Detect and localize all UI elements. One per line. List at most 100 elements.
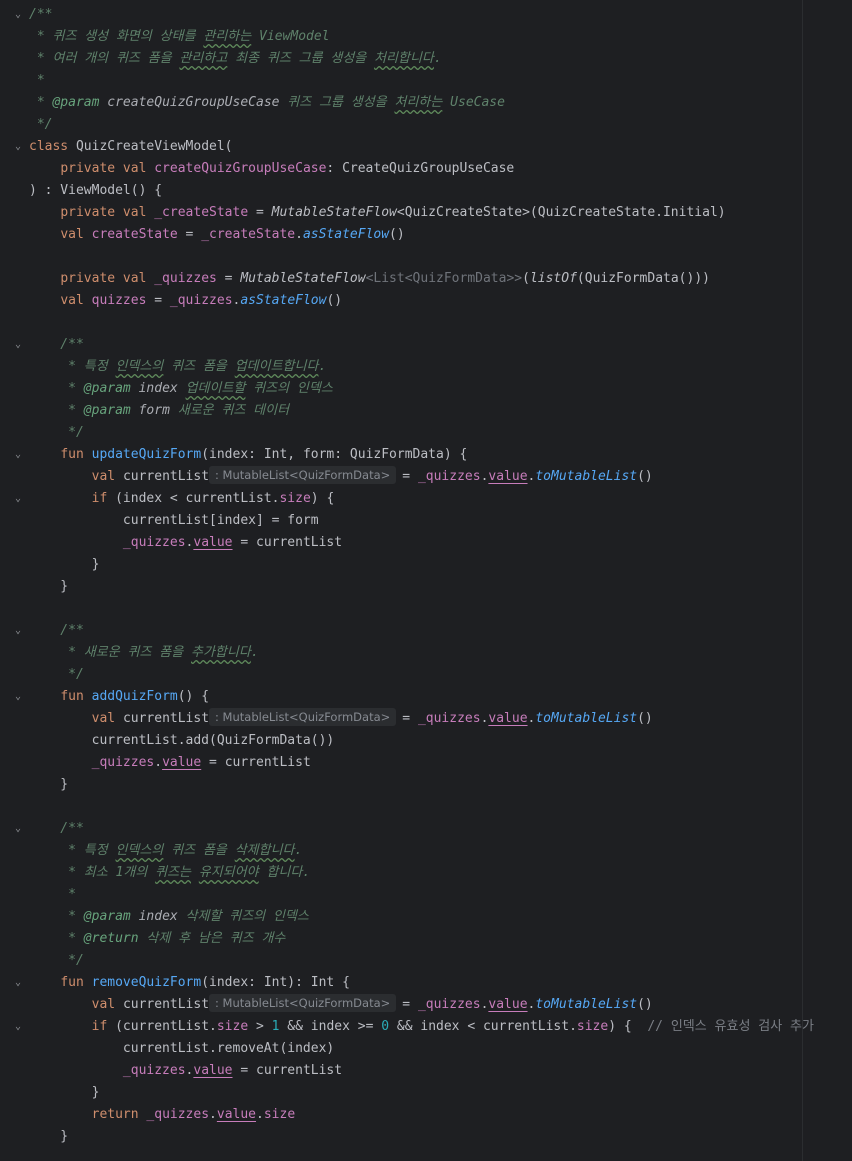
code-line[interactable]: val currentList: MutableList<QuizFormDat…: [0, 708, 852, 730]
code-line[interactable]: }: [0, 554, 852, 576]
fold-chevron-icon[interactable]: ⌄: [12, 620, 24, 642]
code-line[interactable]: [0, 796, 852, 818]
code-line[interactable]: [0, 312, 852, 334]
code-token: asStateFlow: [302, 227, 390, 242]
fold-chevron-icon[interactable]: ⌄: [12, 686, 24, 708]
code-line[interactable]: val currentList: MutableList<QuizFormDat…: [0, 466, 852, 488]
code-line[interactable]: */: [0, 950, 852, 972]
fold-chevron-icon[interactable]: ⌄: [12, 4, 24, 26]
code-text: _quizzes.value = currentList: [29, 1060, 342, 1082]
code-token: () {: [177, 689, 210, 704]
code-line[interactable]: ⌄ class QuizCreateViewModel(: [0, 136, 852, 158]
code-token: _createState: [154, 205, 249, 220]
code-line[interactable]: ⌄ /**: [0, 334, 852, 356]
code-token: *: [29, 403, 84, 418]
fold-chevron-icon[interactable]: ⌄: [12, 1016, 24, 1038]
code-line[interactable]: _quizzes.value = currentList: [0, 752, 852, 774]
code-line[interactable]: val createState = _createState.asStateFl…: [0, 224, 852, 246]
code-line[interactable]: ⌄ /**: [0, 620, 852, 642]
code-line[interactable]: ⌄ fun updateQuizForm(index: Int, form: Q…: [0, 444, 852, 466]
code-line[interactable]: * @param index 업데이트할 퀴즈의 인덱스: [0, 378, 852, 400]
code-line[interactable]: ⌄ fun addQuizForm() {: [0, 686, 852, 708]
code-line[interactable]: */: [0, 422, 852, 444]
code-line[interactable]: * 여러 개의 퀴즈 폼을 관리하고 최종 퀴즈 그룹 생성을 처리합니다.: [0, 48, 852, 70]
code-text: ) : ViewModel() {: [29, 180, 162, 202]
code-line[interactable]: val quizzes = _quizzes.asStateFlow(): [0, 290, 852, 312]
code-text: currentList[index] = form: [29, 510, 319, 532]
code-line[interactable]: *: [0, 70, 852, 92]
code-line[interactable]: ⌄ /**: [0, 4, 852, 26]
code-token: return: [91, 1107, 147, 1122]
code-line[interactable]: * @param index 삭제할 퀴즈의 인덱스: [0, 906, 852, 928]
fold-chevron-icon[interactable]: ⌄: [12, 444, 24, 466]
code-token: 관리하는: [203, 29, 252, 44]
code-line[interactable]: ) : ViewModel() {: [0, 180, 852, 202]
code-token: private val: [60, 271, 155, 286]
code-line[interactable]: * 최소 1개의 퀴즈는 유지되어야 합니다.: [0, 862, 852, 884]
code-token: */: [29, 667, 84, 682]
code-line[interactable]: ⌄ /**: [0, 818, 852, 840]
code-line[interactable]: * 퀴즈 생성 화면의 상태를 관리하는 ViewModel: [0, 26, 852, 48]
code-line[interactable]: * @return 삭제 후 남은 퀴즈 개수: [0, 928, 852, 950]
code-token: size: [263, 1107, 296, 1122]
code-line[interactable]: _quizzes.value = currentList: [0, 532, 852, 554]
code-text: private val _createState = MutableStateF…: [29, 202, 725, 224]
code-token: 삭제할 퀴즈의 인덱스: [177, 909, 309, 924]
code-token: .: [295, 227, 303, 242]
code-line[interactable]: private val _quizzes = MutableStateFlow<…: [0, 268, 852, 290]
code-line[interactable]: * @param form 새로운 퀴즈 데이터: [0, 400, 852, 422]
fold-chevron-icon[interactable]: ⌄: [12, 136, 24, 158]
code-token: value: [193, 1063, 233, 1078]
code-line[interactable]: }: [0, 1126, 852, 1148]
code-token: >: [248, 1019, 272, 1034]
code-token: * 특정: [29, 359, 116, 374]
code-token: _quizzes: [122, 535, 186, 550]
code-line[interactable]: _quizzes.value = currentList: [0, 1060, 852, 1082]
code-editor[interactable]: ⌄ /** * 퀴즈 생성 화면의 상태를 관리하는 ViewModel * 여러…: [0, 0, 852, 1161]
code-line[interactable]: currentList[index] = form: [0, 510, 852, 532]
code-line[interactable]: * 특정 인덱스의 퀴즈 폼을 업데이트합니다.: [0, 356, 852, 378]
code-text: /**: [29, 334, 84, 356]
code-token: /**: [29, 623, 84, 638]
code-line[interactable]: return _quizzes.value.size: [0, 1104, 852, 1126]
code-line[interactable]: *: [0, 884, 852, 906]
code-line[interactable]: currentList.add(QuizFormData()): [0, 730, 852, 752]
code-line[interactable]: */: [0, 664, 852, 686]
code-token: value: [216, 1107, 257, 1122]
code-line[interactable]: * 특정 인덱스의 퀴즈 폼을 삭제합니다.: [0, 840, 852, 862]
fold-chevron-icon[interactable]: ⌄: [12, 488, 24, 510]
code-line[interactable]: }: [0, 1082, 852, 1104]
code-token: removeQuizForm: [91, 975, 202, 990]
code-line[interactable]: }: [0, 774, 852, 796]
code-text: * @param createQuizGroupUseCase 퀴즈 그룹 생성…: [29, 92, 505, 114]
code-text: if (currentList.size > 1 && index >= 0 &…: [29, 1016, 814, 1038]
code-line[interactable]: */: [0, 114, 852, 136]
fold-chevron-icon[interactable]: ⌄: [12, 818, 24, 840]
code-token: && index >=: [279, 1019, 382, 1034]
code-text: private val _quizzes = MutableStateFlow<…: [29, 268, 710, 290]
fold-chevron-icon[interactable]: ⌄: [12, 334, 24, 356]
code-line[interactable]: ⌄ if (index < currentList.size) {: [0, 488, 852, 510]
code-line[interactable]: * @param createQuizGroupUseCase 퀴즈 그룹 생성…: [0, 92, 852, 114]
fold-chevron-icon[interactable]: ⌄: [12, 972, 24, 994]
code-line[interactable]: ⌄ if (currentList.size > 1 && index >= 0…: [0, 1016, 852, 1038]
code-line[interactable]: private val _createState = MutableStateF…: [0, 202, 852, 224]
code-line[interactable]: val currentList: MutableList<QuizFormDat…: [0, 994, 852, 1016]
code-line[interactable]: ⌄ fun removeQuizForm(index: Int): Int {: [0, 972, 852, 994]
code-token: 새로운 퀴즈 데이터: [169, 403, 290, 418]
code-line[interactable]: currentList.removeAt(index): [0, 1038, 852, 1060]
code-line[interactable]: private val createQuizGroupUseCase: Crea…: [0, 158, 852, 180]
code-token: /**: [29, 7, 53, 22]
code-line[interactable]: [0, 598, 852, 620]
code-text: return _quizzes.value.size: [29, 1104, 296, 1126]
code-token: @param: [83, 403, 131, 418]
code-line[interactable]: [0, 246, 852, 268]
code-token: *: [29, 381, 84, 396]
code-line[interactable]: * 새로운 퀴즈 폼을 추가합니다.: [0, 642, 852, 664]
code-line[interactable]: }: [0, 576, 852, 598]
